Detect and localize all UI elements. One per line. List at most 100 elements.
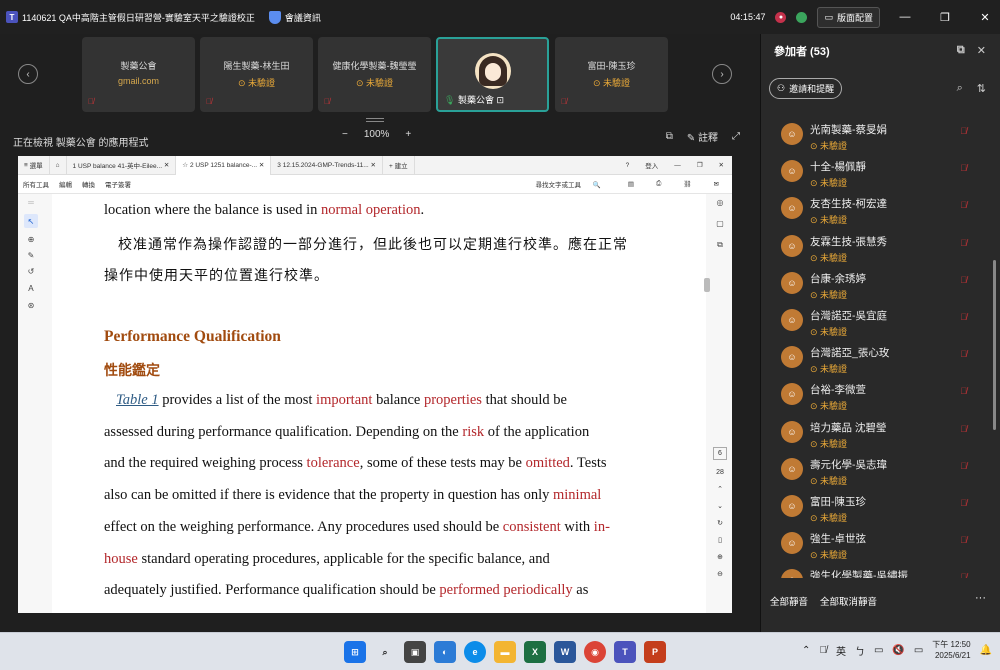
close-button[interactable]: ✕ — [970, 11, 1000, 24]
pdf-scrollbar[interactable] — [704, 194, 710, 613]
popout-icon[interactable]: ⧉ — [666, 131, 673, 142]
participant-tile[interactable]: 富田-陳玉珍 ⊙ 未驗證 🎙̸ — [555, 37, 668, 112]
save-icon[interactable]: ▤ — [623, 180, 639, 188]
select-cursor-icon[interactable]: ↖ — [24, 214, 38, 228]
active-speaker-tile[interactable]: 🎙 製藥公會 ⊡ — [436, 37, 549, 112]
volume-icon[interactable]: 🔇 — [892, 645, 904, 656]
word-icon[interactable]: W — [554, 641, 576, 663]
zoom-out-icon[interactable]: ⊖ — [717, 570, 723, 578]
page-number[interactable]: 6 — [713, 447, 727, 460]
print-icon[interactable]: ⎙ — [651, 180, 666, 188]
tiles-next-button[interactable]: › — [712, 64, 732, 84]
zoom-tool-icon[interactable]: ⊕ — [28, 235, 35, 244]
language-indicator[interactable]: 英 — [836, 643, 846, 658]
refresh-icon[interactable]: ↻ — [717, 519, 723, 527]
tool-edit[interactable]: 編輯 — [54, 179, 77, 189]
participant-row[interactable]: ☺ 台灣諾亞-吳宜庭 ⊙ 未驗證 🎙̸ — [781, 304, 981, 341]
notification-icon[interactable]: 🔔 — [980, 645, 992, 656]
new-tab-button[interactable]: + 建立 — [383, 155, 415, 175]
participant-row[interactable]: ☺ 台裕-李微萱 ⊙ 未驗證 🎙̸ — [781, 378, 981, 415]
participant-row[interactable]: ☺ 友霖生技-張慧秀 ⊙ 未驗證 🎙̸ — [781, 230, 981, 267]
minimize-icon[interactable]: — — [674, 162, 681, 169]
powerpoint-icon[interactable]: P — [644, 641, 666, 663]
pages-icon[interactable]: ⧉ — [717, 240, 723, 250]
participant-scrollbar[interactable] — [993, 260, 996, 430]
table-link[interactable]: Table 1 — [116, 392, 159, 408]
participant-row[interactable]: ☺ 台灣諾亞_張心玫 ⊙ 未驗證 🎙̸ — [781, 341, 981, 378]
participant-row[interactable]: ☺ 強生-卓世弦 ⊙ 未驗證 🎙̸ — [781, 527, 981, 564]
edge-icon[interactable]: e — [464, 641, 486, 663]
text-box-icon[interactable]: Ａ — [27, 283, 35, 294]
participant-row[interactable]: ☺ 壽元化學-吳志瑋 ⊙ 未驗證 🎙̸ — [781, 453, 981, 490]
input-mode-icon[interactable]: ㄅ — [855, 643, 865, 658]
close-panel-icon[interactable]: ✕ — [977, 44, 986, 57]
invite-button[interactable]: ⚇ 邀請和提醒 — [769, 78, 843, 99]
mic-muted-icon[interactable]: 🎙̸ — [960, 312, 967, 322]
meeting-info-button[interactable]: 會議資訊 — [268, 10, 321, 24]
participant-row[interactable]: ☺ 台康-余琇婷 ⊙ 未驗證 🎙̸ — [781, 267, 981, 304]
tool-esign[interactable]: 電子簽署 — [100, 179, 136, 189]
signin-button[interactable]: 登入 — [645, 160, 658, 170]
tool-all[interactable]: 所有工具 — [18, 179, 54, 189]
maximize-button[interactable]: ❐ — [930, 11, 960, 24]
comment-icon[interactable]: ▢ — [716, 219, 724, 228]
home-tab[interactable]: ⌂ — [50, 155, 67, 175]
menu-tab[interactable]: ≡ 選單 — [18, 155, 50, 175]
teams-icon[interactable]: T — [614, 641, 636, 663]
draw-icon[interactable]: ↺ — [28, 267, 35, 276]
battery-icon[interactable]: ▭ — [914, 645, 923, 656]
highlight-pen-icon[interactable]: ✎ — [28, 251, 35, 260]
participant-row[interactable]: ☺ 富田-陳玉珍 ⊙ 未驗證 🎙̸ — [781, 490, 981, 527]
restore-icon[interactable]: ❐ — [697, 161, 703, 169]
zoom-out-button[interactable]: − — [342, 129, 348, 140]
link-icon[interactable]: ⛓ — [678, 180, 696, 188]
tool-convert[interactable]: 轉換 — [77, 179, 100, 189]
close-icon[interactable]: ✕ — [719, 161, 724, 169]
participant-row[interactable]: ☺ 友杏生技-柯宏達 ⊙ 未驗證 🎙̸ — [781, 192, 981, 229]
mic-muted-icon[interactable]: 🎙̸ — [960, 461, 967, 471]
mic-muted-icon[interactable]: 🎙̸ — [960, 535, 967, 545]
doc-tab[interactable]: 1 USP balance 41-英中-Eilee... ✕ — [67, 155, 177, 175]
mail-icon[interactable]: ✉ — [709, 180, 724, 188]
clock[interactable]: 下午 12:50 2025/6/21 — [932, 639, 970, 661]
doc-tab-active[interactable]: ☆ 2 USP 1251 balance-... ✕ — [176, 155, 272, 175]
fit-page-icon[interactable]: ▯ — [718, 536, 722, 544]
widgets-icon[interactable]: ◐ — [434, 641, 456, 663]
minimize-button[interactable]: — — [890, 11, 920, 23]
zoom-in-icon[interactable]: ⊕ — [717, 553, 723, 561]
start-icon[interactable]: ⊞ — [344, 641, 366, 663]
mute-all-button[interactable]: 全部靜音 — [770, 594, 808, 608]
display-icon[interactable]: ▭ — [874, 645, 883, 656]
mic-muted-icon[interactable]: 🎙̸ — [960, 349, 967, 359]
chrome-icon[interactable]: ◉ — [584, 641, 606, 663]
mic-muted-icon[interactable]: 🎙̸ — [960, 498, 967, 508]
popout-panel-icon[interactable]: ⧉ — [957, 44, 965, 57]
doc-tab[interactable]: 3 12.15.2024-GMP-Trends-11... ✕ — [271, 155, 383, 175]
annotate-button[interactable]: ✎ 註釋 — [687, 129, 718, 144]
mic-muted-icon[interactable]: 🎙̸ — [960, 200, 967, 210]
ai-assistant-icon[interactable]: ◎ — [717, 198, 724, 207]
sort-icon[interactable]: ⇅ — [977, 82, 986, 95]
mic-muted-icon[interactable]: 🎙̸ — [960, 238, 967, 248]
more-options-icon[interactable]: ··· — [975, 592, 986, 604]
chevron-up-icon[interactable]: ⌃ — [802, 645, 810, 656]
fullscreen-icon[interactable]: ⤢ — [732, 131, 740, 142]
resize-handle[interactable] — [366, 118, 384, 122]
stamp-icon[interactable]: ⊛ — [28, 301, 35, 310]
mic-muted-icon[interactable]: 🎙̸ — [960, 424, 967, 434]
participant-row[interactable]: ☺ 十全-楊佩靜 ⊙ 未驗證 🎙̸ — [781, 155, 981, 192]
participant-tile[interactable]: 陽生製藥-林生田 ⊙ 未驗證 🎙̸ — [200, 37, 313, 112]
mic-muted-icon[interactable]: 🎙̸ — [960, 126, 967, 136]
chevron-down-icon[interactable]: ⌄ — [717, 502, 723, 510]
zoom-in-button[interactable]: + — [405, 129, 411, 140]
participant-row[interactable]: ☺ 培力藥品 沈碧瑩 ⊙ 未驗證 🎙̸ — [781, 416, 981, 453]
search-icon[interactable]: ⌕ — [374, 641, 396, 663]
layout-button[interactable]: ▭ 版面配置 — [817, 6, 880, 28]
excel-icon[interactable]: X — [524, 641, 546, 663]
search-icon[interactable]: ⌕ — [957, 82, 963, 95]
scroll-thumb[interactable] — [704, 278, 710, 292]
participant-row[interactable]: ☺ 光南製藥-蔡旻娟 ⊙ 未驗證 🎙̸ — [781, 118, 981, 155]
task-view-icon[interactable]: ▣ — [404, 641, 426, 663]
mic-muted-icon[interactable]: 🎙̸ — [960, 275, 967, 285]
find-field[interactable]: 尋找文字或工具 🔍 — [526, 179, 611, 189]
